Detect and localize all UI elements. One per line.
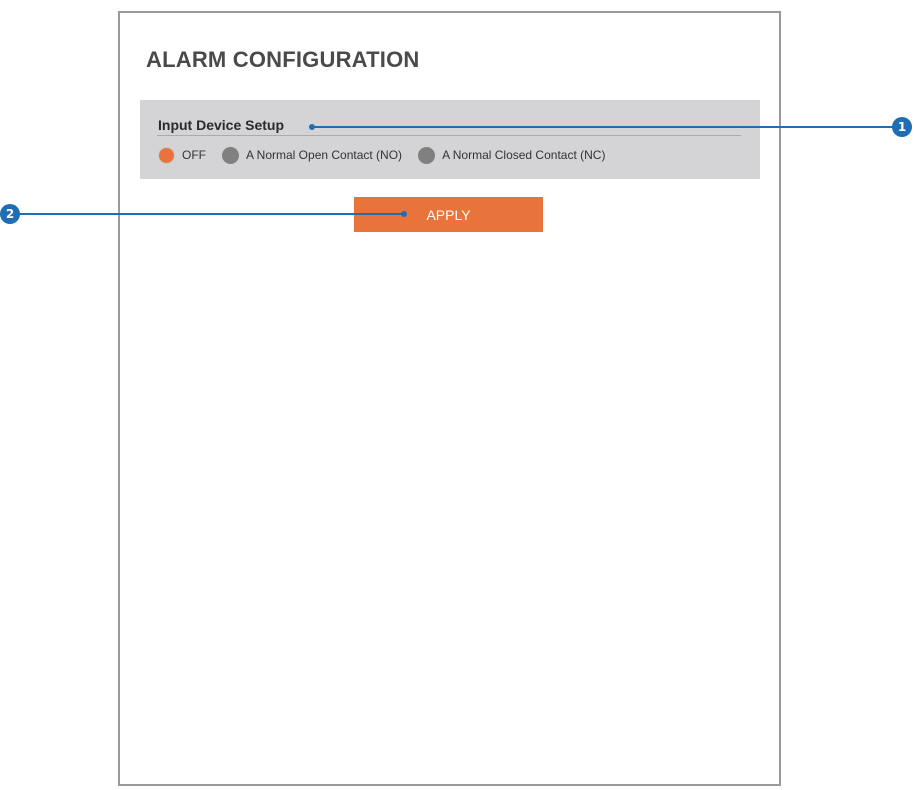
radio-normal-open[interactable]	[222, 146, 239, 164]
input-device-setup-title: Input Device Setup	[158, 117, 285, 133]
section-divider	[157, 135, 741, 136]
radio-normal-closed-label[interactable]: A Normal Closed Contact (NC)	[442, 148, 605, 162]
input-device-radio-group: OFF A Normal Open Contact (NO) A Normal …	[158, 146, 621, 164]
radio-off[interactable]	[158, 146, 175, 164]
radio-normal-open-label[interactable]: A Normal Open Contact (NO)	[246, 148, 402, 162]
radio-off-label[interactable]: OFF	[182, 148, 206, 162]
callout-2-anchor-dot	[401, 211, 407, 217]
callout-1-badge: 1	[892, 117, 912, 137]
callout-2-badge: 2	[0, 204, 20, 224]
stage: ALARM CONFIGURATION Input Device Setup O…	[0, 0, 914, 790]
input-device-setup-section	[140, 100, 760, 179]
callout-2-line	[18, 213, 404, 215]
page-title: ALARM CONFIGURATION	[146, 47, 420, 72]
callout-1-line	[312, 126, 896, 128]
radio-normal-closed[interactable]	[418, 146, 436, 164]
